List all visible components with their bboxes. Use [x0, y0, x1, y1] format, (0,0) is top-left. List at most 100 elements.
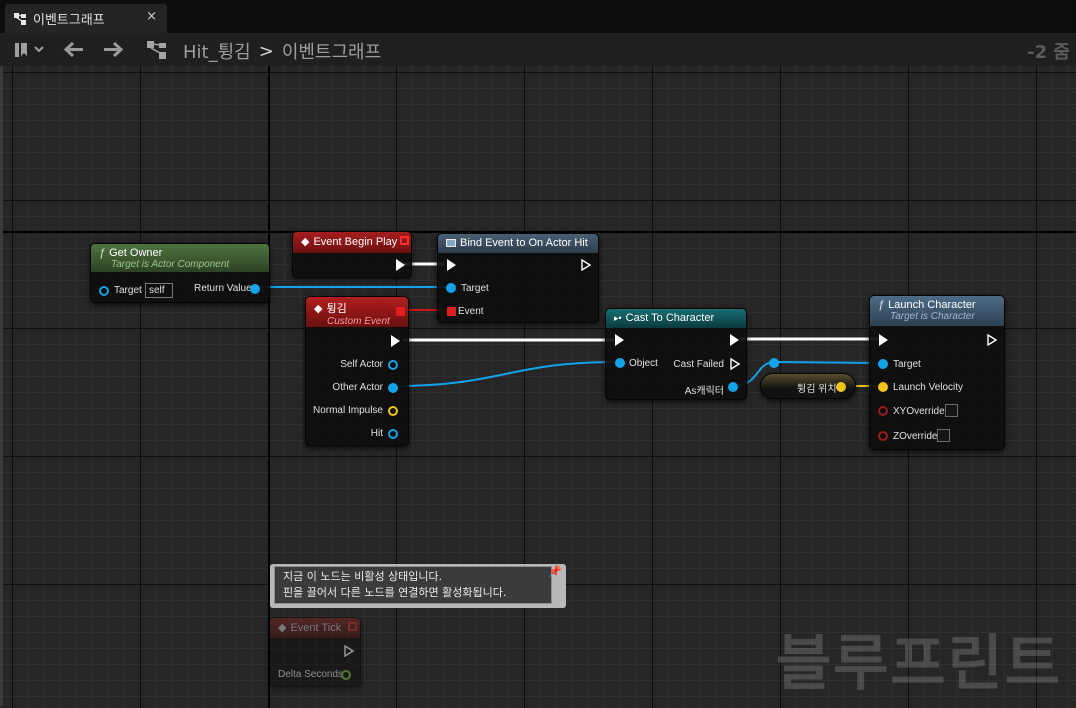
pin-return-value[interactable]	[250, 284, 260, 294]
bind-event-icon	[446, 239, 456, 247]
node-subtitle: Target is Actor Component	[111, 259, 230, 270]
pin-label-object: Object	[629, 358, 658, 369]
pin-target[interactable]	[99, 286, 109, 296]
pin-exec-in[interactable]	[447, 259, 456, 271]
node-event-tick[interactable]: ◆ Event Tick Delta Seconds	[269, 617, 361, 687]
pin-exec-out[interactable]	[581, 259, 592, 271]
node-launch-character[interactable]: ƒ Launch Character Target is Character Ta…	[869, 295, 1005, 450]
pin-self-actor[interactable]	[388, 360, 398, 370]
pin-normal-impulse[interactable]	[388, 406, 398, 416]
pin-label-target: Target	[114, 285, 142, 296]
breadcrumb-separator: >	[258, 40, 274, 62]
node-header: Bind Event to On Actor Hit	[438, 234, 598, 253]
delegate-pin[interactable]	[348, 622, 357, 631]
node-header: ƒ Get Owner Target is Actor Component	[91, 244, 269, 272]
node-custom-event[interactable]: ◆ 튕김 Custom Event Self Actor Other Actor …	[305, 296, 409, 446]
node-title: 튕김	[326, 303, 347, 315]
variable-label: 튕김 위치	[797, 384, 837, 395]
pin-target[interactable]	[446, 283, 456, 293]
pin-exec-out[interactable]	[730, 334, 739, 346]
pin-label-target: Target	[461, 283, 489, 294]
pin-exec-out[interactable]	[396, 259, 405, 271]
node-title: Get Owner	[109, 247, 163, 259]
node-title: Launch Character	[888, 299, 976, 311]
blueprint-watermark: 블루프린트	[776, 629, 1062, 699]
pin-variable-out[interactable]	[836, 382, 846, 392]
node-header: ◆ 튕김 Custom Event	[306, 297, 408, 327]
node-event-begin-play[interactable]: ◆ Event Begin Play	[292, 231, 412, 278]
pushpin-icon[interactable]: 📌	[548, 565, 562, 578]
node-variable-knockback-position[interactable]: 튕김 위치	[760, 373, 856, 399]
node-title: Event Begin Play	[313, 235, 398, 248]
node-subtitle: Custom Event	[327, 316, 390, 327]
bookmark-icon[interactable]	[14, 42, 46, 58]
pin-as-character[interactable]	[728, 382, 738, 392]
node-header: ƒ Launch Character Target is Character	[870, 296, 1004, 326]
pin-label-xy-override: XYOverride	[893, 406, 945, 417]
pin-other-actor[interactable]	[388, 383, 398, 393]
pin-label-z-override: ZOverride	[893, 431, 938, 442]
delegate-pin[interactable]	[400, 236, 409, 245]
pin-exec-out[interactable]	[344, 645, 355, 657]
pin-event[interactable]	[447, 307, 456, 316]
pin-label-return-value: Return Value	[194, 283, 252, 294]
pin-cast-failed[interactable]	[730, 358, 741, 370]
node-get-owner[interactable]: ƒ Get Owner Target is Actor Component Tar…	[90, 243, 270, 303]
pin-z-override[interactable]	[878, 431, 888, 441]
pin-event-delegate[interactable]	[396, 307, 405, 316]
pin-target[interactable]	[878, 359, 888, 369]
event-diamond-icon: ◆	[301, 236, 310, 248]
node-title: Cast To Character	[625, 312, 715, 324]
pin-label-as-character: As캐릭터	[684, 386, 724, 397]
back-arrow-icon[interactable]	[63, 41, 85, 58]
pin-label-normal-impulse: Normal Impulse	[312, 405, 383, 416]
pin-exec-out[interactable]	[987, 334, 998, 346]
graph-icon	[14, 12, 26, 25]
function-icon: ƒ	[99, 247, 106, 259]
reroute-node[interactable]	[769, 358, 779, 368]
function-icon: ƒ	[878, 299, 885, 311]
pin-xy-override[interactable]	[878, 406, 888, 416]
pin-label-cast-failed: Cast Failed	[673, 359, 724, 370]
node-header: ◆ Event Begin Play	[293, 232, 411, 253]
node-bind-event[interactable]: Bind Event to On Actor Hit Target Event	[437, 233, 599, 323]
node-cast-to-character[interactable]: ▸• Cast To Character Object Cast Failed A…	[605, 308, 747, 400]
forward-arrow-icon[interactable]	[102, 41, 124, 58]
pin-exec-in[interactable]	[615, 334, 624, 346]
left-edge	[0, 66, 3, 706]
graph-toolbar: Hit_튕김 > 이벤트그래프 -2 줌	[0, 33, 1076, 66]
breadcrumb-graph[interactable]: 이벤트그래프	[282, 38, 381, 64]
pin-label-hit: Hit	[370, 428, 383, 439]
pin-hit[interactable]	[388, 429, 398, 439]
tab-title: 이벤트그래프	[33, 13, 105, 28]
close-icon[interactable]: ×	[146, 9, 157, 24]
pin-label-delta-seconds: Delta Seconds	[278, 669, 344, 680]
pin-exec-in[interactable]	[879, 334, 888, 346]
tab-event-graph[interactable]: 이벤트그래프 ×	[5, 4, 167, 33]
cast-icon: ▸•	[614, 312, 622, 323]
pin-delta-seconds[interactable]	[341, 670, 351, 680]
origin-axis-vertical	[268, 66, 270, 708]
pin-object[interactable]	[615, 358, 625, 368]
pin-launch-velocity[interactable]	[878, 382, 888, 392]
breadcrumb: Hit_튕김 > 이벤트그래프	[183, 38, 381, 64]
pin-label-event: Event	[458, 306, 484, 317]
xy-override-checkbox[interactable]	[945, 404, 958, 417]
tab-bar: 이벤트그래프 ×	[0, 0, 1076, 33]
pin-exec-out[interactable]	[391, 335, 400, 347]
event-diamond-icon: ◆	[278, 622, 287, 634]
event-diamond-icon: ◆	[314, 302, 323, 315]
node-header: ▸• Cast To Character	[606, 309, 746, 328]
pin-label-launch-velocity: Launch Velocity	[893, 382, 964, 393]
target-self-field[interactable]: self	[145, 283, 173, 298]
pin-label-target: Target	[893, 359, 921, 370]
z-override-checkbox[interactable]	[937, 429, 950, 442]
node-title: Bind Event to On Actor Hit	[460, 237, 588, 249]
graph-icon	[147, 41, 166, 59]
zoom-level: -2 줌	[1027, 42, 1070, 63]
pin-label-self-actor: Self Actor	[340, 359, 383, 370]
disabled-node-tooltip: 지금 이 노드는 비활성 상태입니다. 핀을 끌어서 다른 노드를 연결하면 활…	[270, 564, 566, 608]
breadcrumb-blueprint[interactable]: Hit_튕김	[183, 38, 251, 64]
tooltip-line-1: 지금 이 노드는 비활성 상태입니다.	[283, 570, 443, 583]
pin-label-other-actor: Other Actor	[332, 382, 383, 393]
